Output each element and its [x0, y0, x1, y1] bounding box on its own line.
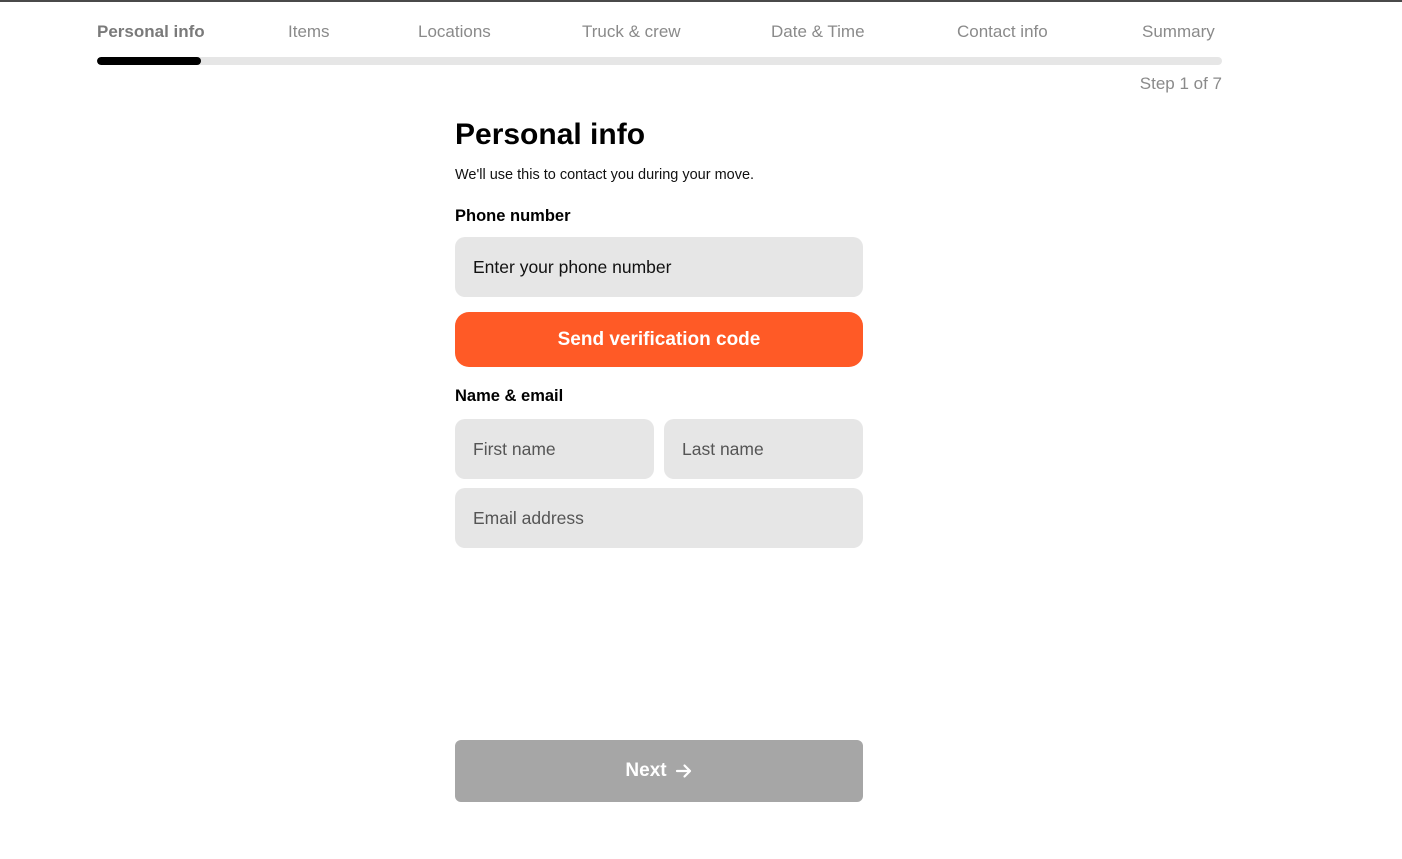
- email-input[interactable]: [455, 488, 863, 548]
- last-name-input[interactable]: [664, 419, 863, 479]
- progress-bar: [97, 57, 1222, 65]
- arrow-right-icon: [675, 762, 693, 780]
- next-button[interactable]: Next: [455, 740, 863, 802]
- first-name-input[interactable]: [455, 419, 654, 479]
- phone-number-label: Phone number: [455, 207, 571, 225]
- step-counter: Step 1 of 7: [1139, 74, 1222, 93]
- step-locations[interactable]: Locations: [418, 22, 491, 42]
- step-contact-info[interactable]: Contact info: [957, 22, 1048, 42]
- step-summary[interactable]: Summary: [1142, 22, 1215, 42]
- step-date-time[interactable]: Date & Time: [771, 22, 865, 42]
- step-items[interactable]: Items: [288, 22, 330, 42]
- top-border: [0, 0, 1402, 2]
- step-personal-info[interactable]: Personal info: [97, 22, 205, 42]
- name-row: [455, 419, 863, 479]
- page-title: Personal info: [455, 118, 646, 151]
- page-subtitle: We'll use this to contact you during you…: [455, 167, 755, 183]
- name-email-label: Name & email: [455, 387, 564, 405]
- phone-input[interactable]: [455, 237, 863, 297]
- step-truck-crew[interactable]: Truck & crew: [582, 22, 681, 42]
- next-button-label: Next: [625, 760, 667, 781]
- send-verification-code-button[interactable]: Send verification code: [455, 312, 863, 367]
- progress-bar-fill: [97, 57, 202, 65]
- stepper: Personal info Items Locations Truck & cr…: [97, 22, 1222, 52]
- personal-info-form: Personal info We'll use this to contact …: [455, 116, 863, 548]
